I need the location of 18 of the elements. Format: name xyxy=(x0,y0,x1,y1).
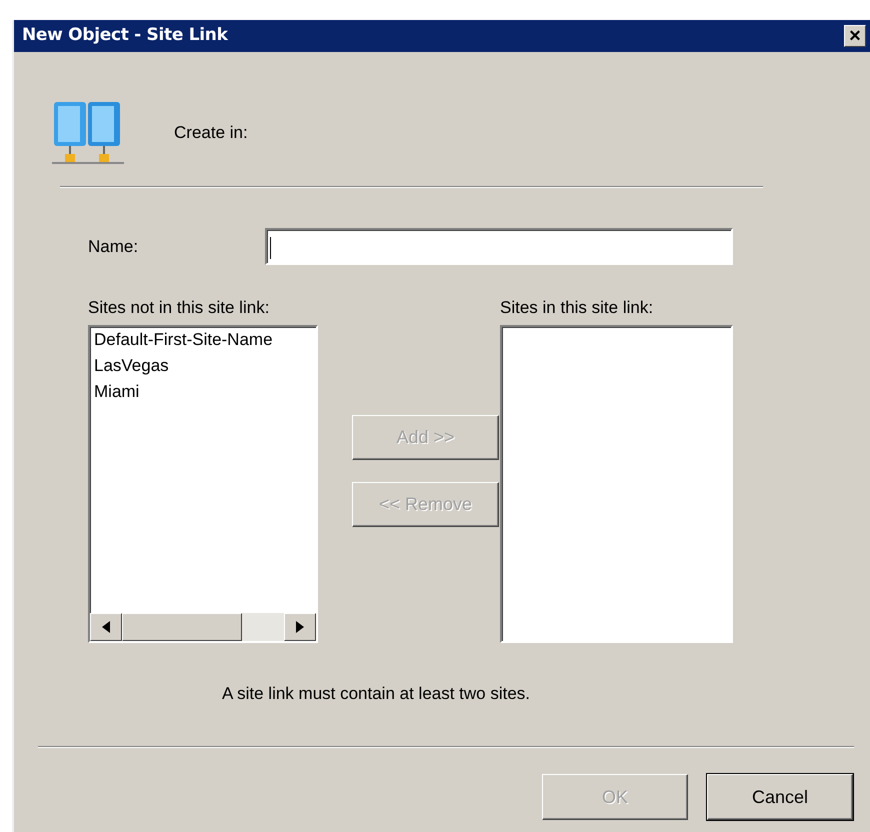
list-item[interactable]: LasVegas xyxy=(90,352,316,378)
member-sites-list[interactable] xyxy=(500,324,733,642)
name-label: Name: xyxy=(88,236,140,258)
list-item[interactable]: Miami xyxy=(90,378,316,404)
create-in-label: Create in: xyxy=(174,122,248,144)
window-title: New Object - Site Link xyxy=(22,24,228,48)
available-sites-list[interactable]: Default-First-Site-Name LasVegas Miami xyxy=(88,324,318,642)
list-item[interactable]: Default-First-Site-Name xyxy=(90,326,316,352)
scroll-right-icon[interactable] xyxy=(296,620,304,632)
horizontal-scrollbar[interactable] xyxy=(90,612,316,640)
servers-icon xyxy=(50,100,126,166)
close-button[interactable]: × xyxy=(844,25,866,47)
dialog-button[interactable]: Cancel xyxy=(707,774,853,820)
name-input-field[interactable] xyxy=(265,228,733,265)
scroll-left-icon[interactable] xyxy=(102,620,110,632)
info-message: A site link must contain at least two sites. xyxy=(222,682,532,704)
member-sites-label: Sites in this site link: xyxy=(500,297,654,319)
available-sites-label: Sites not in this site link: xyxy=(88,297,270,319)
